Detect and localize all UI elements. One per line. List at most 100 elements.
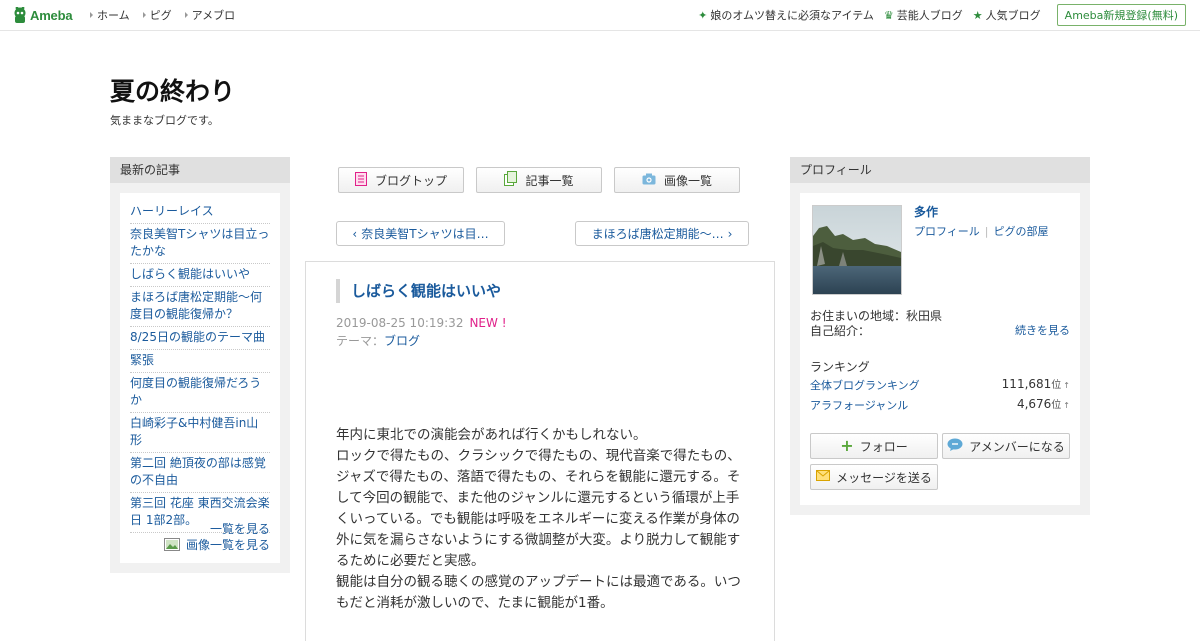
- header-right-links: ✦ 娘のオムツ替えに必須なアイテム ♛ 芸能人ブログ ★ 人気ブログ Ameba…: [688, 0, 1186, 30]
- crown-icon: ♛: [883, 8, 894, 22]
- plus-icon: +: [840, 436, 854, 455]
- next-article-button[interactable]: まほろば唐松定期能〜… ›: [575, 221, 749, 246]
- send-message-label: メッセージを送る: [836, 470, 932, 485]
- recent-article-link[interactable]: 何度目の観能復帰だろうか: [130, 376, 261, 407]
- list-item: 何度目の観能復帰だろうか: [130, 373, 270, 413]
- global-header: Ameba ホーム ピグ アメブロ ✦ 娘のオムツ替えに必須なアイテム ♛ 芸能…: [0, 0, 1200, 31]
- recent-article-link[interactable]: 緊張: [130, 353, 154, 367]
- genre-ranking-value: 4,676位 ↑: [1017, 396, 1070, 411]
- list-item: まほろば唐松定期能〜何度目の観能復帰か？: [130, 287, 270, 327]
- signup-button[interactable]: Ameba新規登録(無料): [1056, 4, 1186, 26]
- amember-label: アメンバーになる: [969, 439, 1065, 454]
- article: しばらく観能はいいや 2019-08-25 10:19:32 NEW ! テーマ：…: [305, 261, 775, 641]
- logo-text: Ameba: [30, 7, 73, 23]
- recent-articles-list: ハーリーレイス 奈良美智Tシャツは目立ったかな しばらく観能はいいや まほろば唐…: [130, 201, 270, 533]
- image-list-icon: [163, 538, 180, 551]
- send-message-button[interactable]: メッセージを送る: [810, 464, 938, 490]
- list-item: 緊張: [130, 350, 270, 373]
- promo-link-label: 娘のオムツ替えに必須なアイテム: [710, 9, 874, 22]
- theme-link[interactable]: ブログ: [384, 334, 420, 348]
- recent-article-link[interactable]: しばらく観能はいいや: [130, 267, 250, 281]
- recent-articles-panel: 最新の記事 ハーリーレイス 奈良美智Tシャツは目立ったかな しばらく観能はいいや…: [110, 157, 290, 573]
- profile-link[interactable]: プロフィール: [914, 223, 980, 239]
- see-all-articles-link[interactable]: 一覧を見る: [210, 520, 270, 537]
- celebrity-blog-label: 芸能人ブログ: [896, 9, 963, 22]
- new-badge: NEW !: [469, 316, 507, 330]
- list-item: 白崎彩子&中村健吾in山形: [130, 413, 270, 453]
- nav-home[interactable]: ホーム: [90, 7, 130, 23]
- envelope-icon: [816, 470, 831, 484]
- caret-right-icon: [184, 12, 188, 18]
- star-icon: ★: [972, 8, 983, 22]
- list-item: 8/25日の観能のテーマ曲: [130, 327, 270, 350]
- list-item: 第二回 絶頂夜の部は感覚の不自由: [130, 453, 270, 493]
- nav-pigg-label: ピグ: [149, 9, 172, 22]
- ameba-logo[interactable]: Ameba: [13, 6, 73, 24]
- profile-panel: プロフィール 多作 プロフィール | ピグの部屋 お住まいの地域：秋田県 自己紹…: [790, 157, 1090, 515]
- ranking-heading: ランキング: [810, 360, 870, 374]
- profile-name[interactable]: 多作: [914, 203, 938, 220]
- global-nav: ホーム ピグ アメブロ: [90, 0, 248, 30]
- pigg-room-link[interactable]: ピグの部屋: [994, 223, 1049, 239]
- profile-box: 多作 プロフィール | ピグの部屋 お住まいの地域：秋田県 自己紹介： 続きを見…: [800, 193, 1080, 505]
- avatar[interactable]: [812, 205, 902, 295]
- article-datetime: 2019-08-25 10:19:32: [336, 316, 464, 330]
- profile-links: プロフィール | ピグの部屋: [914, 223, 1049, 239]
- recent-articles-box: ハーリーレイス 奈良美智Tシャツは目立ったかな しばらく観能はいいや まほろば唐…: [120, 193, 280, 563]
- celebrity-blog-link[interactable]: ♛ 芸能人ブログ: [884, 7, 963, 23]
- article-meta: 2019-08-25 10:19:32 NEW !: [336, 316, 507, 330]
- nav-home-label: ホーム: [97, 9, 130, 22]
- rank-up-arrow-icon: ↑: [1063, 381, 1070, 390]
- follow-button[interactable]: + フォロー: [810, 433, 938, 459]
- genre-ranking-link[interactable]: アラフォージャンル: [810, 397, 908, 413]
- chevron-right-icon: ›: [727, 226, 733, 241]
- recent-article-link[interactable]: 第二回 絶頂夜の部は感覚の不自由: [130, 456, 266, 487]
- article-list-label: 記事一覧: [525, 173, 574, 188]
- rank-unit: 位: [1051, 380, 1062, 391]
- blog-title[interactable]: 夏の終わり: [110, 72, 235, 108]
- recent-article-link[interactable]: まほろば唐松定期能〜何度目の観能復帰か？: [130, 290, 262, 321]
- nav-ameblo-label: アメブロ: [191, 9, 236, 22]
- nav-ameblo[interactable]: アメブロ: [184, 7, 236, 23]
- next-article-label: まほろば唐松定期能〜…: [591, 227, 724, 241]
- copy-icon: [504, 171, 518, 189]
- theme-label: テーマ：: [336, 334, 385, 348]
- article-body: 年内に東北での演能会があれば行くかもしれない。 ロックで得たもの、クラシックで得…: [336, 427, 741, 611]
- list-item: しばらく観能はいいや: [130, 264, 270, 287]
- recent-article-link[interactable]: 奈良美智Tシャツは目立ったかな: [130, 227, 269, 258]
- list-item: 奈良美智Tシャツは目立ったかな: [130, 224, 270, 264]
- caret-right-icon: [90, 12, 93, 18]
- profile-heading: プロフィール: [790, 157, 1090, 183]
- sparkle-icon: ✦: [698, 8, 708, 22]
- prev-article-label: 奈良美智Tシャツは目…: [361, 227, 489, 241]
- recent-article-link[interactable]: 白崎彩子&中村健吾in山形: [130, 416, 258, 447]
- recent-article-link[interactable]: 8/25日の観能のテーマ曲: [130, 330, 265, 344]
- image-list-label: 画像一覧: [663, 173, 712, 188]
- link-separator: |: [984, 224, 989, 238]
- amember-button[interactable]: アメンバーになる: [942, 433, 1070, 459]
- ameba-mascot-icon: [13, 6, 27, 24]
- popular-blog-label: 人気ブログ: [985, 9, 1041, 22]
- recent-article-link[interactable]: ハーリーレイス: [130, 204, 214, 218]
- nav-pigg[interactable]: ピグ: [142, 7, 172, 23]
- follow-label: フォロー: [859, 439, 908, 454]
- see-all-images-link[interactable]: 画像一覧を見る: [186, 536, 270, 553]
- article-theme: テーマ：ブログ: [336, 332, 420, 349]
- blog-description: 気ままなブログです。: [110, 114, 219, 127]
- article-title[interactable]: しばらく観能はいいや: [336, 279, 501, 303]
- see-images-row: 画像一覧を見る: [163, 536, 270, 553]
- document-icon: [354, 171, 367, 189]
- overall-ranking-link[interactable]: 全体ブログランキング: [810, 377, 920, 393]
- camera-icon: [642, 173, 656, 188]
- prev-article-button[interactable]: ‹ 奈良美智Tシャツは目…: [336, 221, 505, 246]
- caret-right-icon: [142, 12, 146, 18]
- blog-top-button[interactable]: ブログトップ: [338, 167, 464, 193]
- chevron-left-icon: ‹: [352, 226, 358, 241]
- overall-ranking-number: 111,681: [1001, 377, 1052, 391]
- genre-ranking-number: 4,676: [1016, 397, 1052, 411]
- article-list-button[interactable]: 記事一覧: [476, 167, 602, 193]
- image-list-button[interactable]: 画像一覧: [614, 167, 740, 193]
- popular-blog-link[interactable]: ★ 人気ブログ: [973, 7, 1041, 23]
- promo-link[interactable]: ✦ 娘のオムツ替えに必須なアイテム: [698, 7, 874, 23]
- continue-reading-link[interactable]: 続きを見る: [1015, 322, 1070, 338]
